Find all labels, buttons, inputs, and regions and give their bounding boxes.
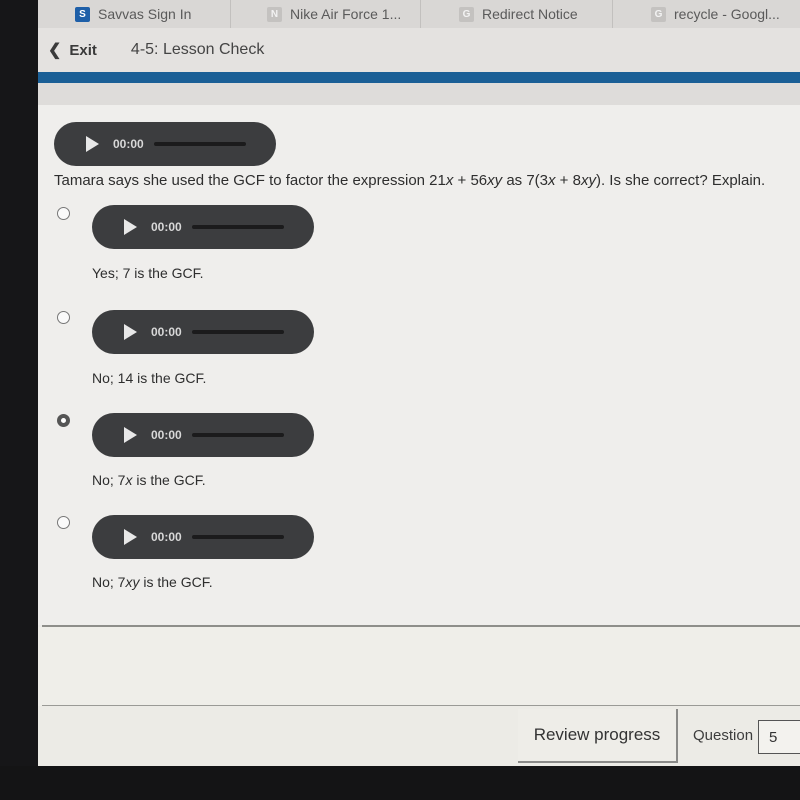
accent-bar [38,72,800,83]
question-label: Question [693,727,754,744]
footer-bar: Review progress Question 5 [38,706,800,766]
exit-button[interactable]: ❮ Exit [48,40,97,60]
tab-redirect-notice[interactable]: G Redirect Notice [420,0,612,28]
tab-nike-air-force[interactable]: N Nike Air Force 1... [230,0,420,28]
savvas-favicon-icon: S [75,6,90,22]
sub-header-bar [38,83,800,105]
review-progress-button[interactable]: Review progress [518,709,678,763]
browser-tab-strip: S Savvas Sign In N Nike Air Force 1... G… [38,0,800,29]
option-3-text: No; 7x is the GCF. [92,472,206,488]
audio-time: 00:00 [151,428,182,442]
option-2-audio-player: 00:00 [92,310,314,354]
option-2-radio[interactable] [57,311,70,324]
option-4-text: No; 7xy is the GCF. [92,574,213,590]
option-3-radio[interactable] [57,414,70,427]
audio-time: 00:00 [151,325,182,339]
question-panel: 00:00 Tamara says she used the GCF to fa… [38,105,800,625]
screen-bezel-bottom [0,766,800,800]
audio-time: 00:00 [151,220,182,234]
play-icon[interactable] [124,529,137,545]
lesson-title: 4-5: Lesson Check [130,41,265,58]
exit-label: Exit [69,41,97,59]
browser-window: S Savvas Sign In N Nike Air Force 1... G… [38,0,800,766]
play-icon[interactable] [86,136,99,152]
tab-label: recycle - Googl... [674,6,780,22]
question-audio-player: 00:00 [54,122,276,166]
google-favicon-icon: G [651,6,666,22]
audio-progress-track[interactable] [191,535,284,539]
audio-progress-track[interactable] [191,225,284,229]
audio-time: 00:00 [113,137,144,151]
option-2-text: No; 14 is the GCF. [92,370,207,386]
play-icon[interactable] [124,219,137,235]
play-icon[interactable] [124,324,137,340]
tab-label: Nike Air Force 1... [290,6,402,22]
audio-progress-track[interactable] [191,330,284,334]
tab-label: Savvas Sign In [98,6,192,22]
question-text: Tamara says she used the GCF to factor t… [54,172,766,189]
google-favicon-icon: G [459,6,474,22]
screen-bezel-left [0,0,38,800]
option-4-radio[interactable] [57,516,70,529]
option-4-audio-player: 00:00 [92,515,314,559]
option-3-audio-player: 00:00 [92,413,314,457]
play-icon[interactable] [124,427,137,443]
option-1-audio-player: 00:00 [92,205,314,249]
audio-progress-track[interactable] [153,142,246,146]
audio-progress-track[interactable] [191,433,284,437]
tab-savvas-sign-in[interactable]: S Savvas Sign In [38,0,230,28]
option-1-text: Yes; 7 is the GCF. [92,265,204,281]
blank-area [38,627,800,707]
question-number-select[interactable]: 5 [758,720,800,754]
option-1-radio[interactable] [57,207,70,220]
tab-recycle-google[interactable]: G recycle - Googl... [612,0,800,28]
chevron-left-icon: ❮ [48,42,62,59]
audio-time: 00:00 [151,530,182,544]
tab-label: Redirect Notice [482,6,578,22]
nike-favicon-icon: N [267,6,282,22]
lesson-header: ❮ Exit 4-5: Lesson Check [38,28,800,72]
